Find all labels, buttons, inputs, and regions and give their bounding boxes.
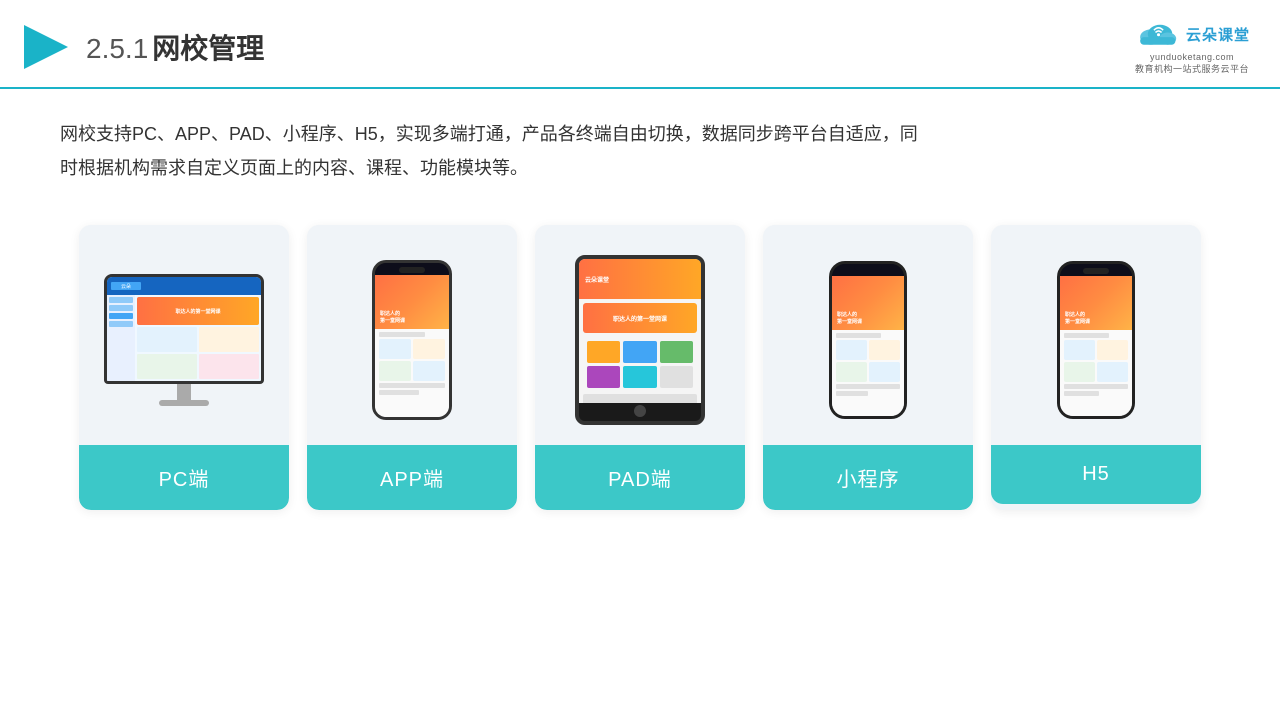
header-left: 2.5.1网校管理	[20, 21, 264, 73]
h5-image-area: 职达人的第一堂网课	[991, 225, 1201, 445]
description-text: 网校支持PC、APP、PAD、小程序、H5，实现多端打通，产品各终端自由切换，数…	[0, 89, 980, 195]
page-title: 2.5.1网校管理	[86, 27, 264, 67]
miniprogram-image-area: 职达人的第一堂网课	[763, 225, 973, 445]
app-label: APP端	[307, 445, 517, 510]
app-phone-mockup: 职达人的第一堂网课	[372, 260, 452, 420]
card-pc: 云朵 职达人的第一堂网课	[79, 225, 289, 510]
h5-mockup: 职达人的第一堂网课	[1057, 261, 1135, 419]
logo-tagline: yunduoketang.com 教育机构一站式服务云平台	[1135, 52, 1249, 75]
pc-image-area: 云朵 职达人的第一堂网课	[79, 225, 289, 445]
pad-mockup: 云朵课堂 职达人的第一堂网课	[575, 255, 705, 425]
card-app: 职达人的第一堂网课 APP端	[307, 225, 517, 510]
page-header: 2.5.1网校管理 云朵课堂 yunduoketang.com 教育机构一站式服…	[0, 0, 1280, 89]
pad-label: PAD端	[535, 445, 745, 510]
pc-mockup: 云朵 职达人的第一堂网课	[104, 274, 264, 406]
play-icon	[20, 21, 72, 73]
pad-image-area: 云朵课堂 职达人的第一堂网课	[535, 225, 745, 445]
logo-name: 云朵课堂	[1186, 24, 1250, 45]
card-h5: 职达人的第一堂网课 H5	[991, 225, 1201, 510]
card-pad: 云朵课堂 职达人的第一堂网课	[535, 225, 745, 510]
card-miniprogram: 职达人的第一堂网课 小程序	[763, 225, 973, 510]
miniprogram-label: 小程序	[763, 445, 973, 510]
pc-label: PC端	[79, 445, 289, 510]
h5-label: H5	[991, 445, 1201, 504]
logo-area: 云朵课堂 yunduoketang.com 教育机构一站式服务云平台	[1134, 18, 1250, 75]
cloud-icon	[1134, 18, 1180, 50]
app-image-area: 职达人的第一堂网课	[307, 225, 517, 445]
miniprogram-mockup: 职达人的第一堂网课	[829, 261, 907, 419]
logo-image: 云朵课堂	[1134, 18, 1250, 50]
device-cards-container: 云朵 职达人的第一堂网课	[0, 195, 1280, 540]
section-number: 2.5.1	[86, 33, 148, 64]
